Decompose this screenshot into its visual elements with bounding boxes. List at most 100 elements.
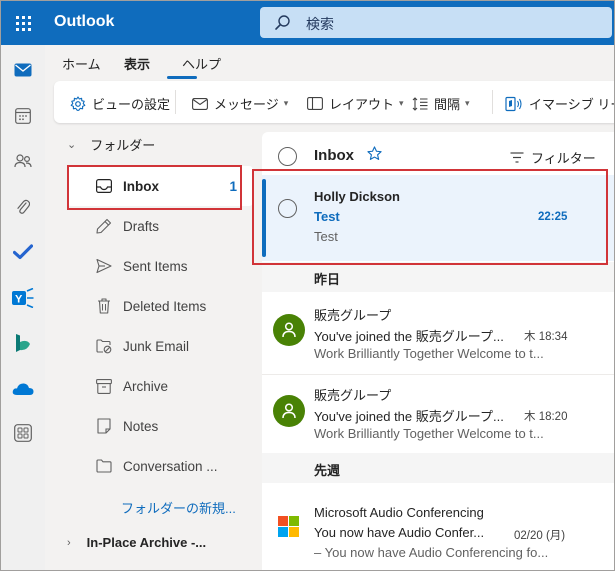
folder-label: Sent Items bbox=[123, 258, 188, 274]
bookings-app-button[interactable] bbox=[1, 321, 45, 365]
chevron-down-icon: ▾ bbox=[399, 98, 404, 108]
message-item[interactable]: 販売グループ You've joined the 販売グループ... 木 18:… bbox=[262, 292, 614, 374]
message-item-selected[interactable]: Holly Dickson Test 22:25 Test bbox=[262, 175, 614, 261]
filter-label: フィルター bbox=[531, 151, 596, 166]
spacing-menu-button[interactable]: 間隔 ▾ bbox=[412, 94, 470, 113]
chevron-down-icon: ▾ bbox=[283, 98, 289, 108]
list-title: Inbox bbox=[314, 147, 354, 164]
chevron-down-icon: ⌄ bbox=[67, 139, 77, 151]
onedrive-app-button[interactable] bbox=[1, 367, 45, 411]
message-item[interactable]: Microsoft Audio Conferencing You now hav… bbox=[262, 493, 614, 570]
message-subject: Test bbox=[314, 209, 340, 224]
message-time: 木 18:20 bbox=[524, 411, 568, 423]
mail-app-button[interactable] bbox=[1, 48, 45, 92]
person-icon bbox=[282, 403, 296, 419]
chevron-down-icon: ▾ bbox=[465, 98, 470, 108]
envelope-icon bbox=[192, 97, 208, 110]
people-app-button[interactable] bbox=[1, 139, 45, 183]
outlook-window: Outlook 検索 Y ホーム 表示 ヘルプ ビューの設定 メッセージ ▾ レ… bbox=[0, 0, 615, 571]
tab-view[interactable]: 表示 bbox=[124, 54, 150, 73]
ribbon-tabs: ホーム 表示 ヘルプ bbox=[45, 45, 614, 79]
active-tab-indicator bbox=[167, 76, 197, 79]
trash-icon bbox=[94, 296, 114, 316]
message-item[interactable]: 販売グループ You've joined the 販売グループ... 木 18:… bbox=[262, 375, 614, 455]
group-label: 先週 bbox=[314, 463, 341, 478]
group-header-yesterday: 昨日 bbox=[262, 262, 614, 292]
selection-bar bbox=[262, 179, 266, 257]
unread-count-badge: 1 bbox=[229, 178, 237, 194]
paperclip-icon bbox=[17, 199, 30, 214]
folder-label: Notes bbox=[123, 418, 159, 434]
more-apps-button[interactable] bbox=[1, 411, 45, 455]
search-box[interactable]: 検索 bbox=[260, 7, 612, 38]
message-preview: – You now have Audio Conferencing fo... bbox=[314, 545, 549, 560]
search-input[interactable]: 検索 bbox=[306, 14, 334, 34]
send-icon bbox=[94, 256, 114, 276]
messages-menu-button[interactable]: メッセージ ▾ bbox=[192, 94, 288, 113]
folder-inbox[interactable]: Inbox 1 bbox=[67, 166, 253, 206]
search-icon bbox=[275, 15, 290, 30]
todo-app-button[interactable] bbox=[1, 230, 45, 274]
view-settings-button[interactable]: ビューの設定 bbox=[70, 94, 170, 113]
group-label: 昨日 bbox=[314, 272, 341, 287]
filter-button[interactable]: フィルター bbox=[510, 148, 596, 167]
apps-grid-icon bbox=[14, 424, 32, 442]
folder-drafts[interactable]: Drafts bbox=[67, 206, 253, 246]
layout-icon bbox=[307, 97, 323, 110]
mail-icon bbox=[14, 63, 32, 77]
folder-archive[interactable]: Archive bbox=[67, 366, 253, 406]
ribbon-divider bbox=[175, 90, 176, 114]
onedrive-icon bbox=[12, 383, 34, 395]
people-icon bbox=[14, 154, 32, 168]
person-icon bbox=[282, 322, 296, 338]
archive-icon bbox=[94, 376, 114, 396]
tab-help[interactable]: ヘルプ bbox=[182, 54, 221, 73]
calendar-app-button[interactable] bbox=[1, 94, 45, 138]
junk-icon bbox=[94, 336, 114, 356]
message-time: 木 18:34 bbox=[524, 331, 568, 343]
message-subject: You've joined the 販売グループ... bbox=[314, 329, 504, 344]
bookings-icon bbox=[16, 334, 30, 352]
app-launcher-button[interactable] bbox=[1, 1, 45, 45]
ribbon-toolbar: ビューの設定 メッセージ ▾ レイアウト ▾ 間隔 ▾ イマーシブ リーダー bbox=[54, 81, 614, 123]
tab-home[interactable]: ホーム bbox=[62, 54, 101, 73]
select-all-checkbox[interactable] bbox=[278, 147, 297, 166]
folder-junk-email[interactable]: Junk Email bbox=[67, 326, 253, 366]
note-icon bbox=[94, 416, 114, 436]
message-select-checkbox[interactable] bbox=[278, 199, 297, 218]
app-title[interactable]: Outlook bbox=[54, 13, 114, 31]
immersive-reader-label: イマーシブ リーダー bbox=[529, 97, 614, 112]
folder-label: Inbox bbox=[123, 178, 159, 194]
layout-menu-button[interactable]: レイアウト ▾ bbox=[307, 94, 404, 113]
folders-header-label: フォルダー bbox=[90, 138, 156, 153]
group-header-last-week: 先週 bbox=[262, 453, 614, 483]
message-time: 22:25 bbox=[538, 211, 568, 223]
in-place-archive-header[interactable]: › In-Place Archive -... bbox=[67, 535, 206, 550]
folder-icon bbox=[94, 456, 114, 476]
folder-conversation-history[interactable]: Conversation ... bbox=[67, 446, 253, 486]
chevron-right-icon: › bbox=[67, 536, 71, 549]
message-sender: 販売グループ bbox=[314, 388, 392, 403]
todo-check-icon bbox=[13, 244, 33, 260]
folder-label: Conversation ... bbox=[123, 458, 218, 474]
folder-sent-items[interactable]: Sent Items bbox=[67, 246, 253, 286]
message-time: 02/20 (月) bbox=[514, 530, 566, 542]
avatar bbox=[273, 395, 305, 427]
filter-icon bbox=[510, 152, 524, 163]
create-new-folder-link[interactable]: フォルダーの新規... bbox=[121, 498, 236, 517]
folder-deleted-items[interactable]: Deleted Items bbox=[67, 286, 253, 326]
files-app-button[interactable] bbox=[1, 185, 45, 229]
message-subject: You now have Audio Confer... bbox=[314, 525, 485, 540]
yammer-app-button[interactable]: Y bbox=[1, 276, 45, 320]
immersive-reader-button[interactable]: イマーシブ リーダー bbox=[505, 94, 614, 113]
folder-notes[interactable]: Notes bbox=[67, 406, 253, 446]
inbox-icon bbox=[94, 176, 114, 196]
gear-icon bbox=[70, 95, 86, 111]
folder-label: Junk Email bbox=[123, 338, 190, 354]
layout-label: レイアウト bbox=[329, 97, 395, 112]
favorite-star-icon[interactable] bbox=[367, 146, 382, 161]
calendar-icon bbox=[15, 108, 31, 124]
folder-label: Archive bbox=[123, 378, 169, 394]
message-subject: You've joined the 販売グループ... bbox=[314, 409, 504, 424]
folders-header[interactable]: ⌄ フォルダー bbox=[67, 135, 155, 154]
